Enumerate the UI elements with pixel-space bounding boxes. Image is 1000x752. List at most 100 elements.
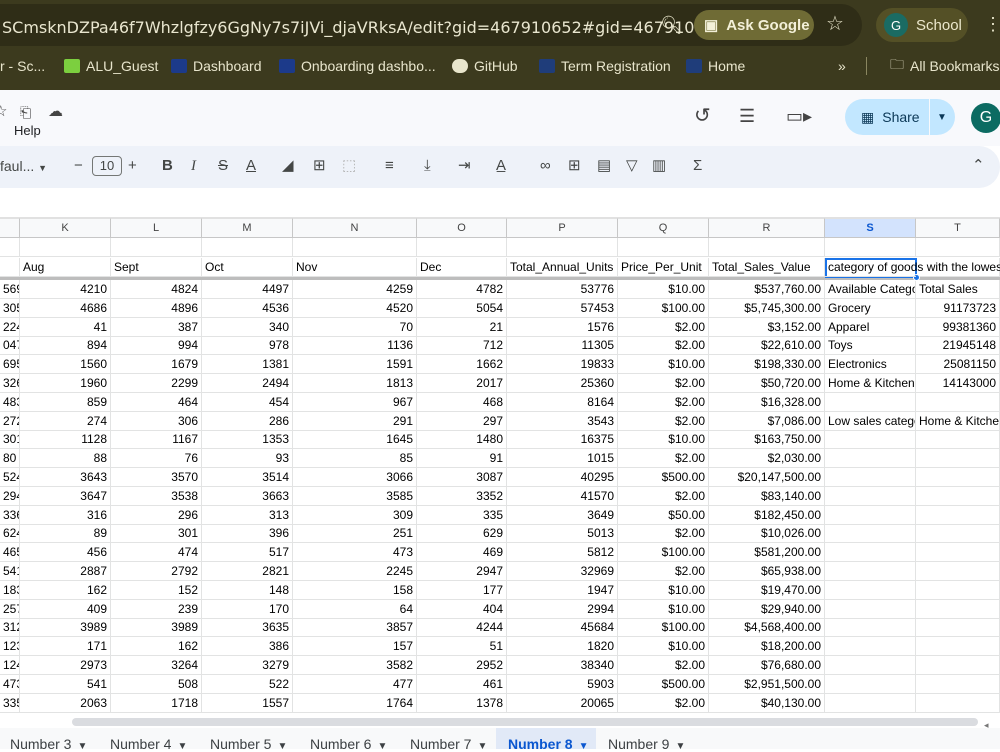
table-cell[interactable]: 517 — [202, 543, 293, 563]
table-cell[interactable] — [825, 486, 916, 506]
table-cell[interactable]: $10.00 — [618, 430, 709, 450]
table-cell[interactable]: 170 — [202, 599, 293, 619]
column-header-edge[interactable] — [0, 218, 20, 238]
table-cell[interactable]: 3663 — [202, 486, 293, 506]
table-cell[interactable]: 25360 — [507, 374, 618, 393]
table-cell[interactable]: 183 — [0, 580, 20, 600]
table-cell[interactable]: $29,940.00 — [709, 599, 825, 619]
table-cell[interactable] — [825, 524, 916, 544]
table-cell[interactable]: 336 — [0, 505, 20, 525]
sheet-tab-dropdown-icon[interactable]: ▼ — [177, 741, 187, 752]
table-cell[interactable]: $50,720.00 — [709, 374, 825, 393]
table-cell[interactable]: Toys — [825, 336, 916, 356]
table-cell[interactable]: 3570 — [111, 468, 202, 487]
table-cell[interactable]: 64 — [293, 599, 417, 619]
table-cell[interactable]: 294 — [0, 486, 20, 506]
table-cell[interactable]: 508 — [111, 674, 202, 694]
table-cell[interactable]: 157 — [293, 637, 417, 657]
table-cell[interactable]: 70 — [293, 317, 417, 337]
account-avatar[interactable]: G — [971, 103, 1000, 133]
table-cell[interactable]: 4497 — [202, 280, 293, 299]
table-cell[interactable] — [916, 505, 1000, 525]
table-cell[interactable]: 301 — [111, 524, 202, 544]
table-cell[interactable]: 2952 — [417, 656, 507, 675]
table-cell[interactable]: 3989 — [20, 618, 111, 638]
table-cell[interactable]: 2792 — [111, 562, 202, 581]
table-cell[interactable]: $100.00 — [618, 543, 709, 563]
filter-icon[interactable]: ▽ — [626, 156, 638, 176]
table-cell[interactable]: $83,140.00 — [709, 486, 825, 506]
table-cell[interactable]: $22,610.00 — [709, 336, 825, 356]
all-bookmarks-button[interactable]: 🗀︎ All Bookmarks — [890, 56, 999, 75]
table-cell[interactable]: Home & Kitchen — [825, 374, 916, 393]
table-cell[interactable]: $198,330.00 — [709, 355, 825, 375]
table-cell[interactable]: 3538 — [111, 486, 202, 506]
table-cell[interactable]: 326 — [0, 374, 20, 393]
share-dropdown-icon[interactable]: ▼ — [937, 112, 947, 123]
table-cell[interactable] — [825, 656, 916, 675]
table-cell[interactable] — [916, 562, 1000, 581]
table-cell[interactable]: 45684 — [507, 618, 618, 638]
table-cell[interactable]: 3066 — [293, 468, 417, 487]
table-cell[interactable]: 272 — [0, 411, 20, 431]
table-cell[interactable]: Low sales catego — [825, 411, 916, 431]
table-cell[interactable]: $10.00 — [618, 580, 709, 600]
table-cell[interactable]: $2.00 — [618, 656, 709, 675]
table-cell[interactable]: $16,328.00 — [709, 392, 825, 412]
table-cell[interactable]: $2,951,500.00 — [709, 674, 825, 694]
grid-cell[interactable] — [417, 238, 507, 257]
table-cell[interactable]: 291 — [293, 411, 417, 431]
increase-font-size-button[interactable]: + — [128, 156, 137, 176]
collapse-toolbar-icon[interactable]: ⌃ — [972, 156, 985, 176]
sheet-tab[interactable]: Number 4 ▼ — [110, 736, 187, 752]
sheet-tab[interactable]: Number 3 ▼ — [10, 736, 87, 752]
sheet-tab-dropdown-icon[interactable]: ▼ — [377, 741, 387, 752]
table-cell[interactable]: 3514 — [202, 468, 293, 487]
meet-icon[interactable]: ▭▸ — [786, 106, 812, 126]
table-cell[interactable]: 11305 — [507, 336, 618, 356]
table-cell[interactable] — [825, 505, 916, 525]
strikethrough-button[interactable]: S — [218, 156, 228, 176]
table-cell[interactable]: 297 — [417, 411, 507, 431]
table-cell[interactable]: 20065 — [507, 693, 618, 713]
sheet-tab[interactable]: Number 9 ▼ — [608, 736, 685, 752]
insert-link-icon[interactable]: ∞ — [540, 156, 551, 176]
table-cell[interactable]: Total Sales — [916, 280, 1000, 299]
table-cell[interactable]: 3087 — [417, 468, 507, 487]
table-cell[interactable]: $10.00 — [618, 599, 709, 619]
table-cell[interactable]: 21945148 — [916, 336, 1000, 356]
grid-cell[interactable] — [0, 238, 20, 257]
formula-bar[interactable] — [0, 188, 1000, 218]
table-cell[interactable]: 1353 — [202, 430, 293, 450]
header-cell[interactable] — [0, 258, 20, 277]
table-cell[interactable]: $76,680.00 — [709, 656, 825, 675]
table-cell[interactable]: 1662 — [417, 355, 507, 375]
column-header-N[interactable]: N — [293, 218, 417, 238]
table-cell[interactable]: 404 — [417, 599, 507, 619]
table-cell[interactable]: 1591 — [293, 355, 417, 375]
grid-cell[interactable] — [293, 238, 417, 257]
table-cell[interactable]: 301 — [0, 430, 20, 450]
table-cell[interactable] — [825, 543, 916, 563]
table-cell[interactable] — [825, 637, 916, 657]
table-cell[interactable]: 483 — [0, 392, 20, 412]
table-cell[interactable]: $500.00 — [618, 468, 709, 487]
table-cell[interactable]: 3649 — [507, 505, 618, 525]
table-cell[interactable]: 2299 — [111, 374, 202, 393]
table-cell[interactable]: $2,030.00 — [709, 449, 825, 469]
sheet-tab-dropdown-icon[interactable]: ▼ — [477, 741, 487, 752]
table-cell[interactable]: 2017 — [417, 374, 507, 393]
table-cell[interactable]: 162 — [111, 637, 202, 657]
table-cell[interactable]: 3989 — [111, 618, 202, 638]
functions-icon[interactable]: Σ — [693, 156, 702, 176]
sheet-tab-dropdown-icon[interactable]: ▼ — [675, 741, 685, 752]
table-cell[interactable]: $182,450.00 — [709, 505, 825, 525]
table-cell[interactable] — [825, 674, 916, 694]
column-header-S[interactable]: S — [825, 218, 916, 238]
table-cell[interactable]: 541 — [20, 674, 111, 694]
ask-google-button[interactable]: ▣ Ask Google — [694, 10, 814, 40]
table-cell[interactable]: $10.00 — [618, 280, 709, 299]
table-cell[interactable]: 047 — [0, 336, 20, 356]
table-cell[interactable]: 1813 — [293, 374, 417, 393]
horizontal-align-icon[interactable]: ≡ — [385, 156, 394, 176]
